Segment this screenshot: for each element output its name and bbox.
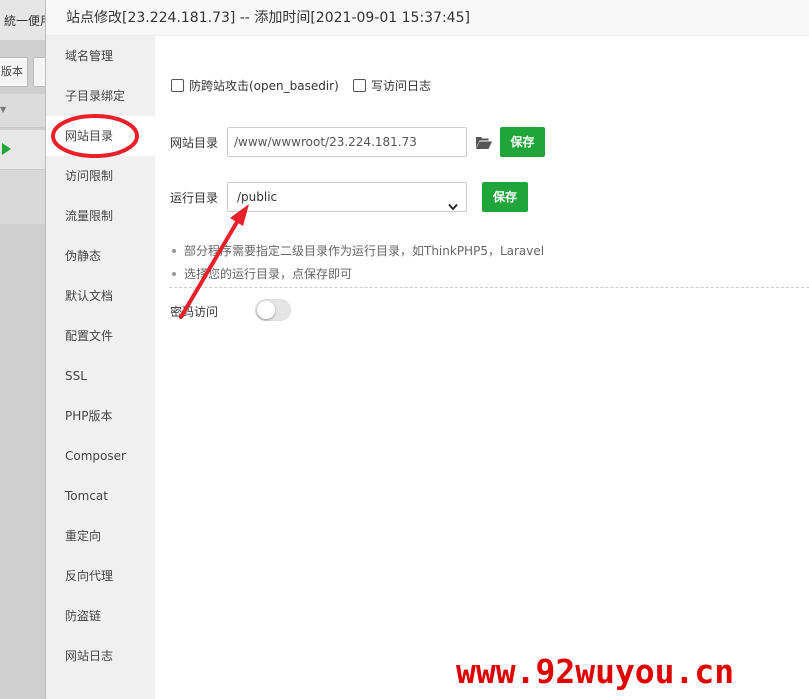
- watermark: www.92wuyou.cn: [456, 652, 735, 691]
- tip-item: 选择您的运行目录，点保存即可: [172, 265, 352, 282]
- site-dir-save-button[interactable]: 保存: [500, 127, 545, 157]
- sidebar-item-tomcat[interactable]: Tomcat: [46, 476, 155, 516]
- sidebar-item-composer[interactable]: Composer: [46, 436, 155, 476]
- access-log-checkbox[interactable]: [353, 78, 366, 92]
- site-dir-panel: 防跨站攻击(open_basedir) 写访问日志 网站目录 /www/wwwr…: [155, 36, 809, 699]
- run-dir-selected-value: /public: [237, 190, 278, 204]
- sidebar-item-domain[interactable]: 域名管理: [46, 36, 155, 76]
- open-basedir-option[interactable]: 防跨站攻击(open_basedir): [171, 77, 339, 93]
- background-app-title: 統一便用: [4, 14, 45, 28]
- sidebar-item-reverse-proxy[interactable]: 反向代理: [46, 556, 155, 596]
- modal-title: 站点修改[23.224.181.73] -- 添加时间[2021-09-01 1…: [66, 10, 470, 26]
- sidebar-item-redirect[interactable]: 重定向: [46, 516, 155, 556]
- site-dir-input[interactable]: /www/wwwroot/23.224.181.73: [227, 127, 467, 157]
- sidebar-item-config-file[interactable]: 配置文件: [46, 316, 155, 356]
- chevron-down-icon: [448, 193, 458, 221]
- play-icon[interactable]: [2, 143, 11, 155]
- run-dir-label: 运行目录: [170, 191, 219, 205]
- toggle-knob: [257, 301, 275, 319]
- bullet-icon: [172, 248, 176, 253]
- sidebar-item-access-limit[interactable]: 访问限制: [46, 156, 155, 196]
- access-log-option[interactable]: 写访问日志: [353, 77, 431, 93]
- background-table-header: [0, 94, 45, 128]
- sidebar-item-subdir-binding[interactable]: 子目录绑定: [46, 76, 155, 116]
- caret-icon: ▼: [0, 105, 7, 114]
- sidebar-item-rewrite[interactable]: 伪静态: [46, 236, 155, 276]
- settings-sidebar: 域名管理 子目录绑定 网站目录 访问限制 流量限制 伪静态 默认文档 配置文件 …: [46, 36, 155, 699]
- bullet-icon: [172, 271, 176, 276]
- password-access-toggle[interactable]: [255, 299, 291, 321]
- tip-text: 部分程序需要指定二级目录作为运行目录，如ThinkPHP5，Laravel: [184, 244, 545, 258]
- tip-item: 部分程序需要指定二级目录作为运行目录，如ThinkPHP5，Laravel: [172, 242, 544, 259]
- run-dir-select[interactable]: /public: [227, 182, 467, 212]
- open-basedir-checkbox[interactable]: [171, 78, 184, 92]
- background-button[interactable]: [33, 57, 45, 87]
- access-log-label: 写访问日志: [371, 78, 432, 93]
- run-dir-save-button[interactable]: 保存: [482, 182, 528, 212]
- background-strip: [0, 170, 45, 224]
- sidebar-item-site-log[interactable]: 网站日志: [46, 636, 155, 676]
- sidebar-item-site-dir[interactable]: 网站目录: [46, 116, 155, 156]
- background-version-button[interactable]: 版本: [0, 57, 28, 87]
- folder-open-icon[interactable]: [476, 136, 492, 152]
- sidebar-item-default-doc[interactable]: 默认文档: [46, 276, 155, 316]
- sidebar-item-php-version[interactable]: PHP版本: [46, 396, 155, 436]
- password-access-label: 密码访问: [170, 305, 219, 319]
- sidebar-item-hotlink[interactable]: 防盗链: [46, 596, 155, 636]
- background-app: 統一便用 版本 ▼: [0, 0, 46, 699]
- open-basedir-label: 防跨站攻击(open_basedir): [189, 78, 339, 93]
- tip-text: 选择您的运行目录，点保存即可: [184, 267, 353, 281]
- sidebar-item-traffic-limit[interactable]: 流量限制: [46, 196, 155, 236]
- divider: [169, 287, 809, 288]
- site-dir-label: 网站目录: [170, 136, 219, 150]
- sidebar-item-ssl[interactable]: SSL: [46, 356, 155, 396]
- modal-header: 站点修改[23.224.181.73] -- 添加时间[2021-09-01 1…: [46, 0, 809, 36]
